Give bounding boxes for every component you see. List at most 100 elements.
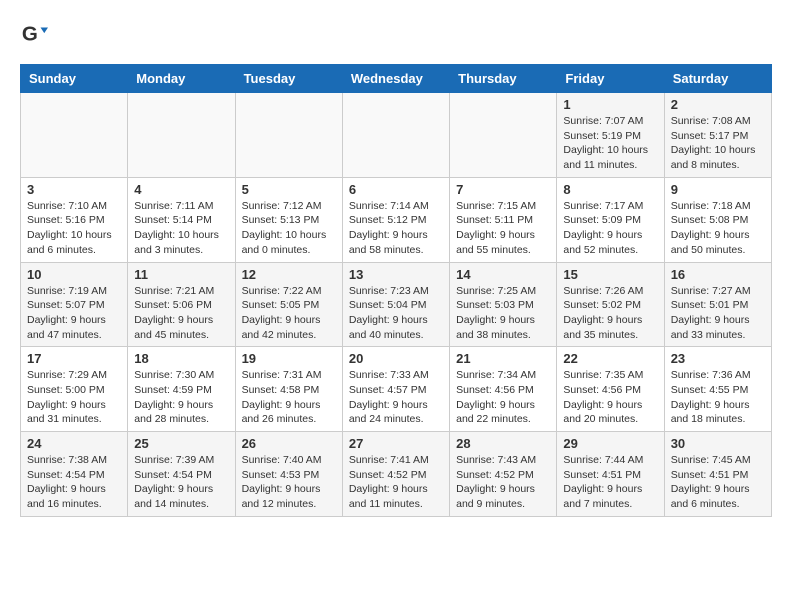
weekday-header-sunday: Sunday [21, 65, 128, 93]
day-info: Sunrise: 7:38 AM Sunset: 4:54 PM Dayligh… [27, 453, 121, 512]
day-number: 13 [349, 267, 443, 282]
weekday-header-tuesday: Tuesday [235, 65, 342, 93]
empty-cell [128, 93, 235, 178]
day-number: 23 [671, 351, 765, 366]
day-number: 26 [242, 436, 336, 451]
empty-cell [342, 93, 449, 178]
weekday-header-wednesday: Wednesday [342, 65, 449, 93]
day-number: 29 [563, 436, 657, 451]
day-number: 12 [242, 267, 336, 282]
day-cell-21: 21Sunrise: 7:34 AM Sunset: 4:56 PM Dayli… [450, 347, 557, 432]
day-cell-4: 4 Sunrise: 7:11 AM Sunset: 5:14 PM Daylig… [128, 177, 235, 262]
day-info: Sunrise: 7:18 AM Sunset: 5:08 PM Dayligh… [671, 199, 765, 258]
day-number: 6 [349, 182, 443, 197]
day-cell-8: 8 Sunrise: 7:17 AM Sunset: 5:09 PM Daylig… [557, 177, 664, 262]
day-number: 17 [27, 351, 121, 366]
day-number: 30 [671, 436, 765, 451]
day-number: 1 [563, 97, 657, 112]
day-cell-29: 29 Sunrise: 7:44 AM Sunset: 4:51 PM Dayli… [557, 432, 664, 517]
weekday-header-saturday: Saturday [664, 65, 771, 93]
weekday-header-thursday: Thursday [450, 65, 557, 93]
day-cell-7: 7Sunrise: 7:15 AM Sunset: 5:11 PM Daylig… [450, 177, 557, 262]
day-number: 15 [563, 267, 657, 282]
day-number: 5 [242, 182, 336, 197]
day-cell-9: 9 Sunrise: 7:18 AM Sunset: 5:08 PM Daylig… [664, 177, 771, 262]
day-number: 9 [671, 182, 765, 197]
logo-icon: G [20, 20, 48, 48]
day-number: 21 [456, 351, 550, 366]
day-info: Sunrise: 7:10 AM Sunset: 5:16 PM Dayligh… [27, 199, 121, 258]
page-header: G [20, 20, 772, 48]
day-cell-10: 10 Sunrise: 7:19 AM Sunset: 5:07 PM Dayli… [21, 262, 128, 347]
day-info: Sunrise: 7:11 AM Sunset: 5:14 PM Dayligh… [134, 199, 228, 258]
day-info: Sunrise: 7:25 AM Sunset: 5:03 PM Dayligh… [456, 284, 550, 343]
weekday-header-row: SundayMondayTuesdayWednesdayThursdayFrid… [21, 65, 772, 93]
day-number: 3 [27, 182, 121, 197]
day-info: Sunrise: 7:17 AM Sunset: 5:09 PM Dayligh… [563, 199, 657, 258]
day-info: Sunrise: 7:22 AM Sunset: 5:05 PM Dayligh… [242, 284, 336, 343]
day-info: Sunrise: 7:12 AM Sunset: 5:13 PM Dayligh… [242, 199, 336, 258]
day-info: Sunrise: 7:36 AM Sunset: 4:55 PM Dayligh… [671, 368, 765, 427]
svg-text:G: G [22, 23, 38, 46]
day-info: Sunrise: 7:40 AM Sunset: 4:53 PM Dayligh… [242, 453, 336, 512]
day-number: 19 [242, 351, 336, 366]
day-info: Sunrise: 7:23 AM Sunset: 5:04 PM Dayligh… [349, 284, 443, 343]
day-info: Sunrise: 7:21 AM Sunset: 5:06 PM Dayligh… [134, 284, 228, 343]
week-row-1: 1 Sunrise: 7:07 AM Sunset: 5:19 PM Daylig… [21, 93, 772, 178]
day-cell-26: 26 Sunrise: 7:40 AM Sunset: 4:53 PM Dayli… [235, 432, 342, 517]
day-cell-30: 30 Sunrise: 7:45 AM Sunset: 4:51 PM Dayli… [664, 432, 771, 517]
day-number: 10 [27, 267, 121, 282]
day-cell-14: 14Sunrise: 7:25 AM Sunset: 5:03 PM Dayli… [450, 262, 557, 347]
day-info: Sunrise: 7:39 AM Sunset: 4:54 PM Dayligh… [134, 453, 228, 512]
day-info: Sunrise: 7:14 AM Sunset: 5:12 PM Dayligh… [349, 199, 443, 258]
day-info: Sunrise: 7:43 AM Sunset: 4:52 PM Dayligh… [456, 453, 550, 512]
day-info: Sunrise: 7:07 AM Sunset: 5:19 PM Dayligh… [563, 114, 657, 173]
day-cell-13: 13 Sunrise: 7:23 AM Sunset: 5:04 PM Dayli… [342, 262, 449, 347]
week-row-5: 24 Sunrise: 7:38 AM Sunset: 4:54 PM Dayli… [21, 432, 772, 517]
day-info: Sunrise: 7:08 AM Sunset: 5:17 PM Dayligh… [671, 114, 765, 173]
day-info: Sunrise: 7:19 AM Sunset: 5:07 PM Dayligh… [27, 284, 121, 343]
day-info: Sunrise: 7:35 AM Sunset: 4:56 PM Dayligh… [563, 368, 657, 427]
day-number: 2 [671, 97, 765, 112]
day-number: 22 [563, 351, 657, 366]
day-cell-19: 19 Sunrise: 7:31 AM Sunset: 4:58 PM Dayli… [235, 347, 342, 432]
day-info: Sunrise: 7:15 AM Sunset: 5:11 PM Dayligh… [456, 199, 550, 258]
day-cell-2: 2 Sunrise: 7:08 AM Sunset: 5:17 PM Daylig… [664, 93, 771, 178]
weekday-header-monday: Monday [128, 65, 235, 93]
day-info: Sunrise: 7:45 AM Sunset: 4:51 PM Dayligh… [671, 453, 765, 512]
day-info: Sunrise: 7:27 AM Sunset: 5:01 PM Dayligh… [671, 284, 765, 343]
empty-cell [235, 93, 342, 178]
day-info: Sunrise: 7:41 AM Sunset: 4:52 PM Dayligh… [349, 453, 443, 512]
day-cell-28: 28 Sunrise: 7:43 AM Sunset: 4:52 PM Dayli… [450, 432, 557, 517]
day-cell-18: 18Sunrise: 7:30 AM Sunset: 4:59 PM Dayli… [128, 347, 235, 432]
logo: G [20, 20, 52, 48]
day-info: Sunrise: 7:31 AM Sunset: 4:58 PM Dayligh… [242, 368, 336, 427]
day-cell-5: 5 Sunrise: 7:12 AM Sunset: 5:13 PM Daylig… [235, 177, 342, 262]
day-info: Sunrise: 7:26 AM Sunset: 5:02 PM Dayligh… [563, 284, 657, 343]
day-number: 24 [27, 436, 121, 451]
week-row-4: 17 Sunrise: 7:29 AM Sunset: 5:00 PM Dayli… [21, 347, 772, 432]
day-cell-1: 1 Sunrise: 7:07 AM Sunset: 5:19 PM Daylig… [557, 93, 664, 178]
day-info: Sunrise: 7:44 AM Sunset: 4:51 PM Dayligh… [563, 453, 657, 512]
day-cell-6: 6 Sunrise: 7:14 AM Sunset: 5:12 PM Daylig… [342, 177, 449, 262]
week-row-2: 3 Sunrise: 7:10 AM Sunset: 5:16 PM Daylig… [21, 177, 772, 262]
day-cell-17: 17 Sunrise: 7:29 AM Sunset: 5:00 PM Dayli… [21, 347, 128, 432]
day-number: 18 [134, 351, 228, 366]
day-number: 28 [456, 436, 550, 451]
day-cell-25: 25Sunrise: 7:39 AM Sunset: 4:54 PM Dayli… [128, 432, 235, 517]
day-cell-12: 12 Sunrise: 7:22 AM Sunset: 5:05 PM Dayli… [235, 262, 342, 347]
calendar-table: SundayMondayTuesdayWednesdayThursdayFrid… [20, 64, 772, 517]
day-cell-24: 24 Sunrise: 7:38 AM Sunset: 4:54 PM Dayli… [21, 432, 128, 517]
day-cell-11: 11 Sunrise: 7:21 AM Sunset: 5:06 PM Dayli… [128, 262, 235, 347]
day-cell-3: 3 Sunrise: 7:10 AM Sunset: 5:16 PM Daylig… [21, 177, 128, 262]
day-number: 16 [671, 267, 765, 282]
day-number: 27 [349, 436, 443, 451]
day-number: 8 [563, 182, 657, 197]
day-cell-22: 22 Sunrise: 7:35 AM Sunset: 4:56 PM Dayli… [557, 347, 664, 432]
day-cell-16: 16 Sunrise: 7:27 AM Sunset: 5:01 PM Dayli… [664, 262, 771, 347]
day-number: 4 [134, 182, 228, 197]
day-number: 11 [134, 267, 228, 282]
weekday-header-friday: Friday [557, 65, 664, 93]
day-info: Sunrise: 7:29 AM Sunset: 5:00 PM Dayligh… [27, 368, 121, 427]
day-number: 20 [349, 351, 443, 366]
